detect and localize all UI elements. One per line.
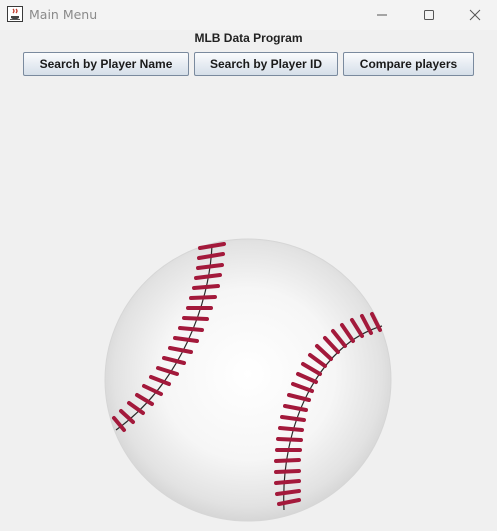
- title-bar[interactable]: Main Menu: [0, 0, 497, 30]
- main-menu-window: Main Menu MLB Data Program Search by Pla…: [0, 0, 497, 531]
- search-by-player-id-button[interactable]: Search by Player ID: [194, 52, 338, 76]
- close-icon: [469, 9, 481, 21]
- maximize-button[interactable]: [406, 0, 452, 30]
- search-by-player-name-button[interactable]: Search by Player Name: [23, 52, 189, 76]
- java-cup-icon: [7, 6, 23, 22]
- minimize-icon: [377, 14, 387, 16]
- close-button[interactable]: [452, 0, 497, 30]
- window-title: Main Menu: [29, 7, 98, 22]
- baseball-image: [104, 238, 392, 522]
- compare-players-button[interactable]: Compare players: [343, 52, 474, 76]
- maximize-icon: [424, 10, 434, 20]
- program-heading: MLB Data Program: [194, 31, 303, 45]
- minimize-button[interactable]: [359, 0, 405, 30]
